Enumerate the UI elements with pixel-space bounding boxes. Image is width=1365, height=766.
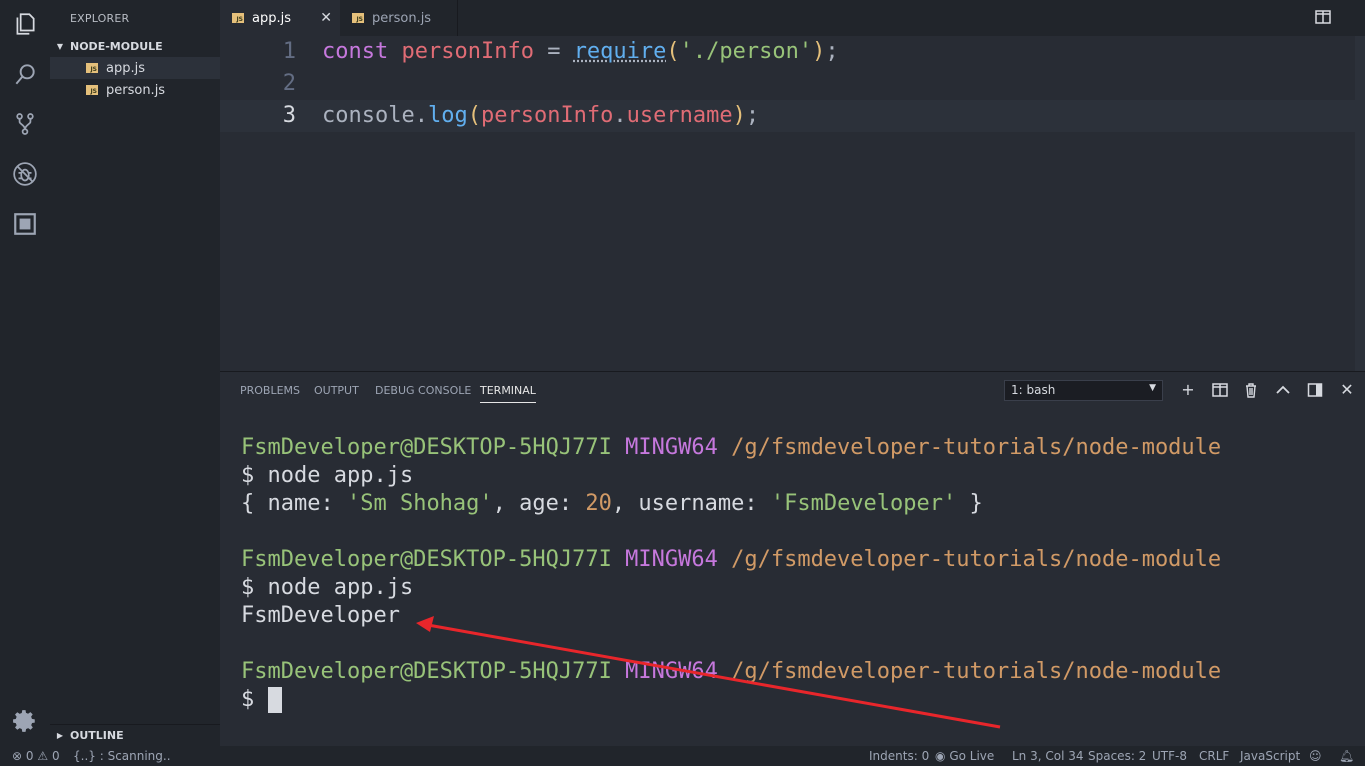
- dropdown-arrow-icon: ▼: [1149, 383, 1156, 393]
- plus-icon[interactable]: +: [1180, 382, 1196, 398]
- tab-terminal[interactable]: TERMINAL: [480, 384, 536, 403]
- terminal-cursor: [267, 687, 282, 713]
- js-file-icon: JS: [86, 85, 98, 95]
- error-icon: ⊗: [12, 749, 23, 763]
- indents-status[interactable]: Indents: 0: [869, 749, 929, 763]
- terminal-output[interactable]: FsmDeveloper@DESKTOP-5HQJ77I MINGW64 /g/…: [241, 434, 1221, 714]
- code-text: console.log(personInfo.username);: [322, 103, 760, 128]
- chevron-down-icon: ▼: [56, 41, 64, 51]
- file-name: person.js: [106, 82, 166, 98]
- split-editor-icon[interactable]: [1315, 10, 1331, 24]
- file-name: app.js: [106, 60, 145, 76]
- extensions-icon[interactable]: [11, 210, 39, 238]
- chevron-right-icon: ▶: [56, 731, 64, 740]
- command-line: $ node app.js: [241, 463, 414, 488]
- vscode-window: EXPLORER ▼ NODE-MODULE JS app.js JS pers…: [0, 0, 1365, 766]
- command-line: $ node app.js: [241, 575, 414, 600]
- tab-problems[interactable]: PROBLEMS: [240, 384, 300, 397]
- search-icon[interactable]: [11, 60, 39, 88]
- tab-app-js[interactable]: JS app.js ✕: [220, 0, 340, 36]
- tab-output[interactable]: OUTPUT: [314, 384, 359, 397]
- code-text: const personInfo = require('./person');: [322, 39, 839, 64]
- close-tab-icon[interactable]: ✕: [320, 10, 332, 26]
- problems-indicator[interactable]: ⊗ 0 ⚠ 0: [12, 749, 60, 763]
- encoding-status[interactable]: UTF-8: [1152, 749, 1187, 763]
- settings-gear-icon[interactable]: [11, 707, 39, 735]
- warning-icon: ⚠: [37, 749, 49, 763]
- terminal-select-value: 1: bash: [1011, 383, 1056, 397]
- output-line: { name: 'Sm Shohag', age: 20, username: …: [241, 491, 983, 516]
- explorer-title: EXPLORER: [70, 12, 130, 25]
- tab-person-js[interactable]: JS person.js: [340, 0, 458, 36]
- spaces-status[interactable]: Spaces: 2: [1088, 749, 1146, 763]
- split-icon[interactable]: [1212, 382, 1228, 398]
- tab-debug-console[interactable]: DEBUG CONSOLE: [375, 384, 471, 397]
- maximize-icon[interactable]: [1307, 382, 1323, 398]
- file-item-app-js[interactable]: JS app.js: [50, 57, 220, 79]
- editor-scrollbar[interactable]: [1355, 36, 1365, 371]
- prompt-line: FsmDeveloper@DESKTOP-5HQJ77I MINGW64 /g/…: [241, 435, 1222, 460]
- line-number: 2: [282, 71, 296, 96]
- js-file-icon: JS: [86, 63, 98, 73]
- scanning-status[interactable]: {..} : Scanning..: [73, 749, 171, 763]
- output-line: FsmDeveloper: [241, 603, 400, 628]
- activity-bar: [0, 0, 50, 746]
- command-line: $: [241, 686, 1221, 714]
- code-editor[interactable]: 1 const personInfo = require('./person')…: [220, 36, 1365, 371]
- line-number: 3: [282, 103, 296, 128]
- status-bar: ⊗ 0 ⚠ 0 {..} : Scanning.. Indents: 0 ◉ G…: [0, 746, 1365, 766]
- terminal-select[interactable]: 1: bash ▼: [1004, 380, 1163, 401]
- language-mode[interactable]: JavaScript: [1240, 749, 1300, 763]
- trash-icon[interactable]: [1243, 382, 1259, 398]
- broadcast-icon: ◉: [935, 749, 946, 763]
- close-panel-icon[interactable]: ✕: [1339, 382, 1355, 398]
- cursor-position[interactable]: Ln 3, Col 34: [1012, 749, 1084, 763]
- js-file-icon: JS: [232, 13, 244, 23]
- code-line: 1 const personInfo = require('./person')…: [220, 36, 1365, 68]
- explorer-sidebar: EXPLORER ▼ NODE-MODULE JS app.js JS pers…: [50, 0, 220, 746]
- source-control-icon[interactable]: [11, 110, 39, 138]
- outline-section[interactable]: ▶ OUTLINE: [50, 724, 220, 746]
- tab-label: person.js: [372, 10, 432, 26]
- go-live-button[interactable]: ◉ Go Live: [935, 749, 994, 763]
- line-number: 1: [282, 39, 296, 64]
- eol-status[interactable]: CRLF: [1199, 749, 1229, 763]
- folder-name: NODE-MODULE: [70, 39, 163, 53]
- code-line-current: 3 console.log(personInfo.username);: [220, 100, 1365, 132]
- editor-tab-bar: JS app.js ✕ JS person.js: [220, 0, 1365, 36]
- folder-header[interactable]: ▼ NODE-MODULE: [50, 37, 220, 55]
- prompt-line: FsmDeveloper@DESKTOP-5HQJ77I MINGW64 /g/…: [241, 547, 1222, 572]
- notifications-bell-icon[interactable]: 🔔︎: [1339, 749, 1354, 763]
- files-icon[interactable]: [11, 10, 39, 38]
- js-file-icon: JS: [352, 13, 364, 23]
- chevron-up-icon[interactable]: [1275, 382, 1291, 398]
- outline-title: OUTLINE: [70, 729, 124, 742]
- code-line: 2: [220, 68, 1365, 100]
- debug-icon[interactable]: [11, 160, 39, 188]
- file-item-person-js[interactable]: JS person.js: [50, 79, 220, 101]
- feedback-smiley-icon[interactable]: ☺: [1309, 749, 1322, 763]
- bottom-panel: PROBLEMS OUTPUT DEBUG CONSOLE TERMINAL 1…: [220, 371, 1365, 746]
- prompt-line: FsmDeveloper@DESKTOP-5HQJ77I MINGW64 /g/…: [241, 659, 1222, 684]
- tab-label: app.js: [252, 10, 291, 26]
